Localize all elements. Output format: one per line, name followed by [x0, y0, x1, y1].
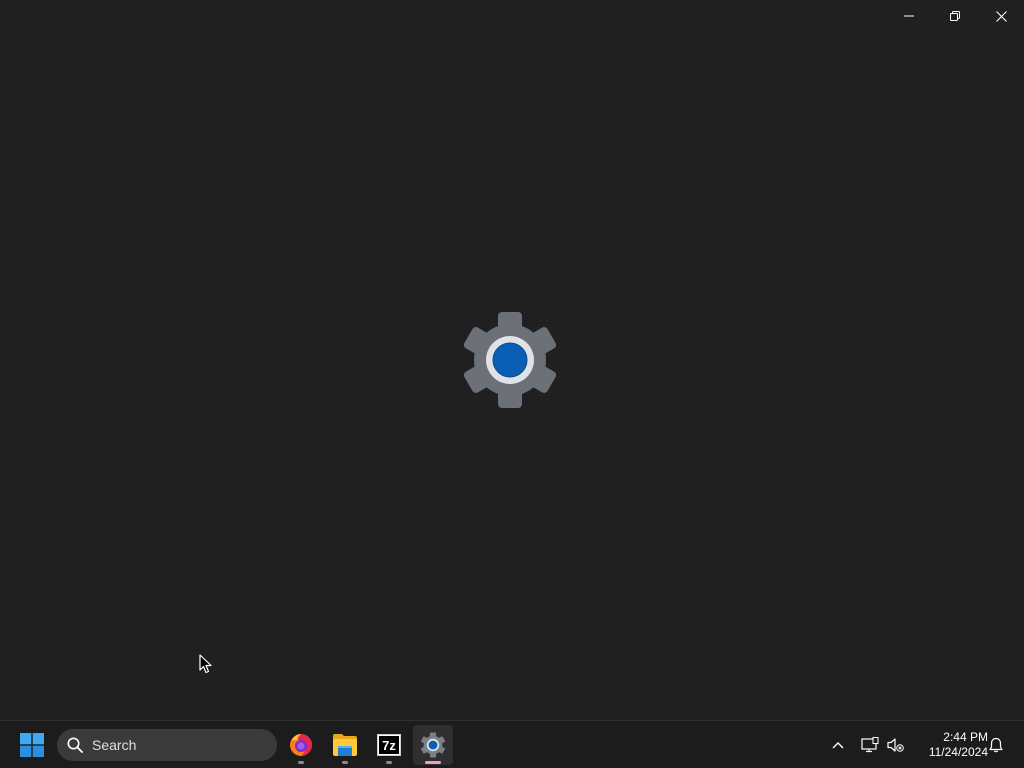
running-indicator [386, 761, 392, 764]
clock-time: 2:44 PM [943, 730, 988, 744]
settings-gear-icon [421, 732, 445, 758]
settings-gear-icon [463, 312, 557, 408]
running-indicator [342, 761, 348, 764]
maximize-button[interactable] [932, 0, 978, 32]
windows-start-icon [20, 733, 44, 757]
volume-button[interactable] [882, 731, 908, 759]
7zip-icon: 7z [377, 734, 401, 756]
file-explorer-icon [333, 734, 357, 756]
taskbar-app-7zip[interactable]: 7z [369, 725, 409, 765]
search-placeholder: Search [92, 737, 137, 753]
taskbar: Search 7z 2:44 PM 11/24/2024 [0, 720, 1024, 768]
clock[interactable]: 2:44 PM 11/24/2024 [912, 729, 988, 761]
taskbar-app-settings[interactable] [413, 725, 453, 765]
show-hidden-icons-button[interactable] [825, 731, 851, 759]
search-box[interactable]: Search [57, 729, 277, 761]
minimize-icon [904, 15, 914, 17]
active-indicator [425, 761, 441, 764]
close-icon [995, 10, 1007, 22]
minimize-button[interactable] [886, 0, 932, 32]
taskbar-app-firefox[interactable] [281, 725, 321, 765]
mouse-cursor [199, 654, 212, 674]
restore-icon [950, 11, 960, 21]
taskbar-app-file-explorer[interactable] [325, 725, 365, 765]
chevron-up-icon [832, 742, 844, 749]
search-icon [67, 737, 83, 753]
svg-text:7z: 7z [382, 738, 396, 753]
clock-date: 11/24/2024 [928, 745, 988, 759]
bell-icon [989, 737, 1003, 753]
network-button[interactable] [857, 731, 883, 759]
running-indicator [298, 761, 304, 764]
settings-splash-window [0, 0, 1024, 720]
network-icon [861, 737, 879, 753]
firefox-icon [290, 734, 312, 756]
close-button[interactable] [978, 0, 1024, 32]
notifications-button[interactable] [983, 731, 1009, 759]
volume-muted-icon [887, 738, 904, 752]
start-button[interactable] [12, 725, 52, 765]
